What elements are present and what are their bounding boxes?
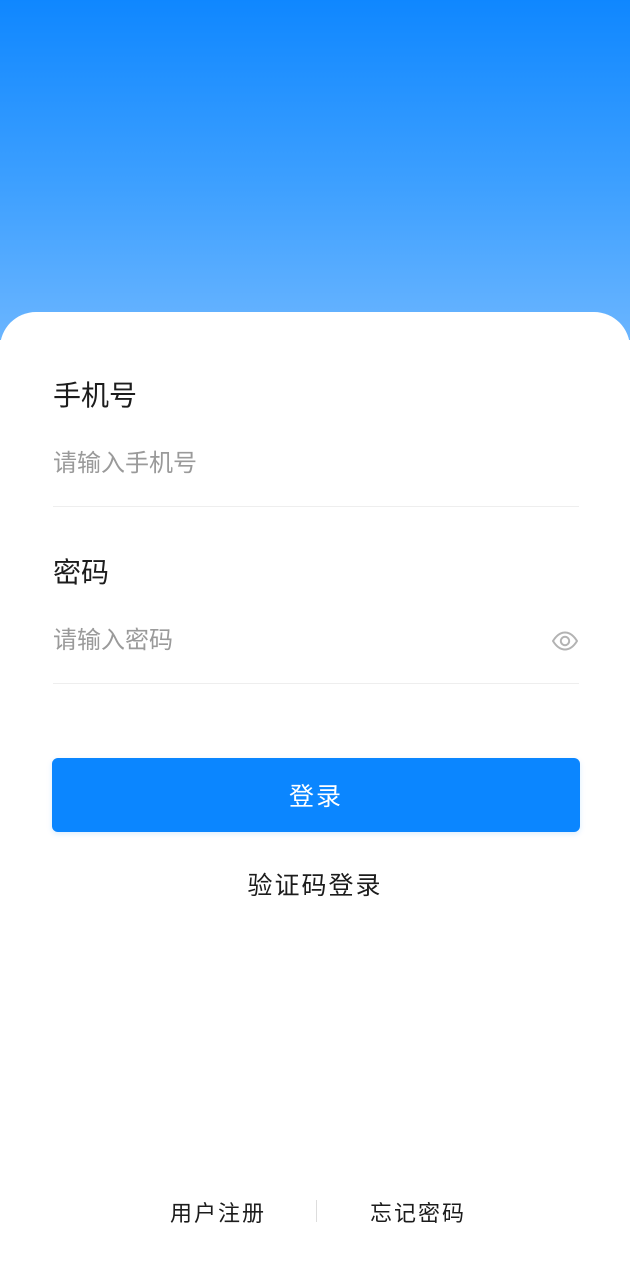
header-background <box>0 0 630 340</box>
eye-icon[interactable] <box>551 627 579 655</box>
footer-divider <box>316 1200 317 1222</box>
phone-input[interactable] <box>53 441 523 485</box>
password-divider <box>53 683 579 684</box>
password-input[interactable] <box>53 618 523 662</box>
login-button[interactable]: 登录 <box>52 758 580 832</box>
forgot-password-link[interactable]: 忘记密码 <box>370 1196 466 1228</box>
password-label: 密码 <box>53 556 110 589</box>
phone-label: 手机号 <box>53 379 138 412</box>
register-link[interactable]: 用户注册 <box>170 1196 266 1228</box>
sms-login-link[interactable]: 验证码登录 <box>0 866 630 902</box>
phone-divider <box>53 506 579 507</box>
